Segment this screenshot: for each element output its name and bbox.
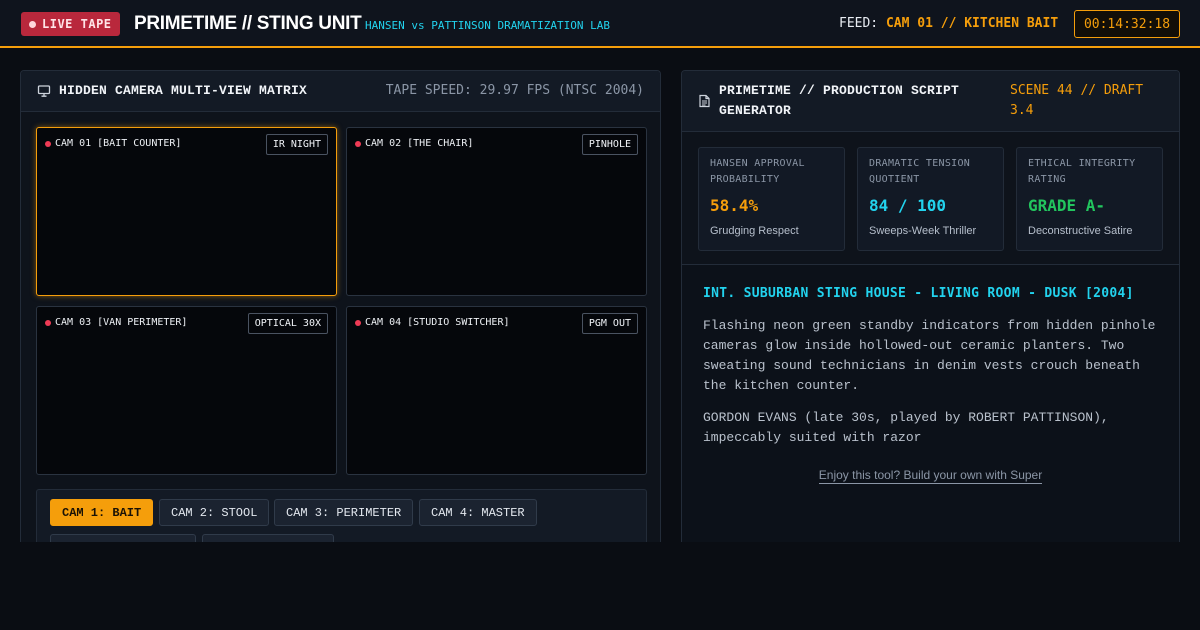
camera-name: CAM 02 [THE CHAIR] [365,138,474,149]
metric-value: 58.4% [710,196,759,215]
script-generator-header: PRIMETIME // PRODUCTION SCRIPT GENERATOR… [682,71,1179,132]
script-paragraph: Flashing neon green standby indicators f… [703,318,1156,393]
camera-feed-1[interactable]: CAM 01 [BAIT COUNTER] IR NIGHT [36,127,337,296]
camera-label: CAM 03 [VAN PERIMETER] [45,317,187,328]
camera-matrix-panel: HIDDEN CAMERA MULTI-VIEW MATRIX TAPE SPE… [20,70,661,550]
camera-label: CAM 04 [STUDIO SWITCHER] [355,317,510,328]
camera-controls: CAM 1: BAIT CAM 2: STOOL CAM 3: PERIMETE… [36,489,647,549]
camera-feed-4[interactable]: CAM 04 [STUDIO SWITCHER] PGM OUT [346,306,647,475]
script-paragraph: GORDON EVANS (late 30s, played by ROBERT… [703,410,1109,445]
page-background [0,542,1200,630]
cam-4-button[interactable]: CAM 4: MASTER [419,499,537,526]
recording-dot-icon [355,319,361,326]
scene-draft-label: SCENE 44 // DRAFT 3.4 [1010,83,1144,118]
feed-value: CAM 01 // KITCHEN BAIT [885,16,1059,31]
camera-label: CAM 02 [THE CHAIR] [355,138,473,149]
metric-card-approval: HANSEN APPROVAL PROBABILITY 58.4% Grudgi… [698,147,845,251]
tape-speed: TAPE SPEED: 29.97 FPS (NTSC 2004) [385,83,644,98]
metric-value: 84 / 100 [869,196,947,215]
live-badge-label: LIVE TAPE [42,17,112,31]
live-dot-icon [29,20,36,28]
recording-dot-icon [45,140,51,147]
metric-note: Sweeps-Week Thriller [869,225,977,237]
metric-note: Deconstructive Satire [1028,225,1133,237]
promo-link[interactable]: Enjoy this tool? Build your own with Sup… [818,468,1043,484]
metric-label: ETHICAL INTEGRITY RATING [1028,158,1136,185]
recording-dot-icon [45,319,51,326]
cam-3-button[interactable]: CAM 3: PERIMETER [274,499,414,526]
app-title: PRIMETIME // STING UNIT [134,13,362,34]
camera-mode-tag: OPTICAL 30X [247,313,328,334]
script-slugline: INT. SUBURBAN STING HOUSE - LIVING ROOM … [703,286,1134,301]
app-subtitle: HANSEN vs PATTINSON DRAMATIZATION LAB [365,19,611,32]
metric-label: DRAMATIC TENSION QUOTIENT [869,158,971,185]
metric-value: GRADE A- [1028,196,1106,215]
camera-matrix-header: HIDDEN CAMERA MULTI-VIEW MATRIX TAPE SPE… [21,71,660,112]
panel-title: HIDDEN CAMERA MULTI-VIEW MATRIX [59,83,308,98]
metric-card-integrity: ETHICAL INTEGRITY RATING GRADE A- Decons… [1016,147,1163,251]
camera-feed-3[interactable]: CAM 03 [VAN PERIMETER] OPTICAL 30X [36,306,337,475]
camera-mode-tag: PGM OUT [581,313,638,334]
feed-label: FEED: [839,16,879,31]
script-output: INT. SUBURBAN STING HOUSE - LIVING ROOM … [682,265,1179,549]
panel-title: PRIMETIME // PRODUCTION SCRIPT GENERATOR [719,83,960,118]
camera-name: CAM 01 [BAIT COUNTER] [55,138,182,149]
camera-mode-tag: IR NIGHT [265,134,328,155]
camera-feed-2[interactable]: CAM 02 [THE CHAIR] PINHOLE [346,127,647,296]
live-tape-badge: LIVE TAPE [21,12,120,36]
metric-note: Grudging Respect [710,225,799,237]
metric-label: HANSEN APPROVAL PROBABILITY [710,158,805,185]
metric-card-tension: DRAMATIC TENSION QUOTIENT 84 / 100 Sweep… [857,147,1004,251]
document-icon [699,94,710,108]
cam-1-button[interactable]: CAM 1: BAIT [50,499,154,526]
monitor-icon [37,85,51,97]
cam-2-button[interactable]: CAM 2: STOOL [159,499,270,526]
camera-name: CAM 04 [STUDIO SWITCHER] [365,317,510,328]
script-generator-panel: PRIMETIME // PRODUCTION SCRIPT GENERATOR… [681,70,1180,550]
camera-mode-tag: PINHOLE [581,134,638,155]
timecode-display: 00:14:32:18 [1074,10,1180,38]
top-bar: LIVE TAPE PRIMETIME // STING UNIT HANSEN… [0,0,1200,48]
camera-label: CAM 01 [BAIT COUNTER] [45,138,181,149]
recording-dot-icon [355,140,361,147]
camera-name: CAM 03 [VAN PERIMETER] [55,317,188,328]
promo-footer: Enjoy this tool? Build your own with Sup… [682,468,1179,484]
feed-indicator: FEED: CAM 01 // KITCHEN BAIT [839,16,1058,31]
